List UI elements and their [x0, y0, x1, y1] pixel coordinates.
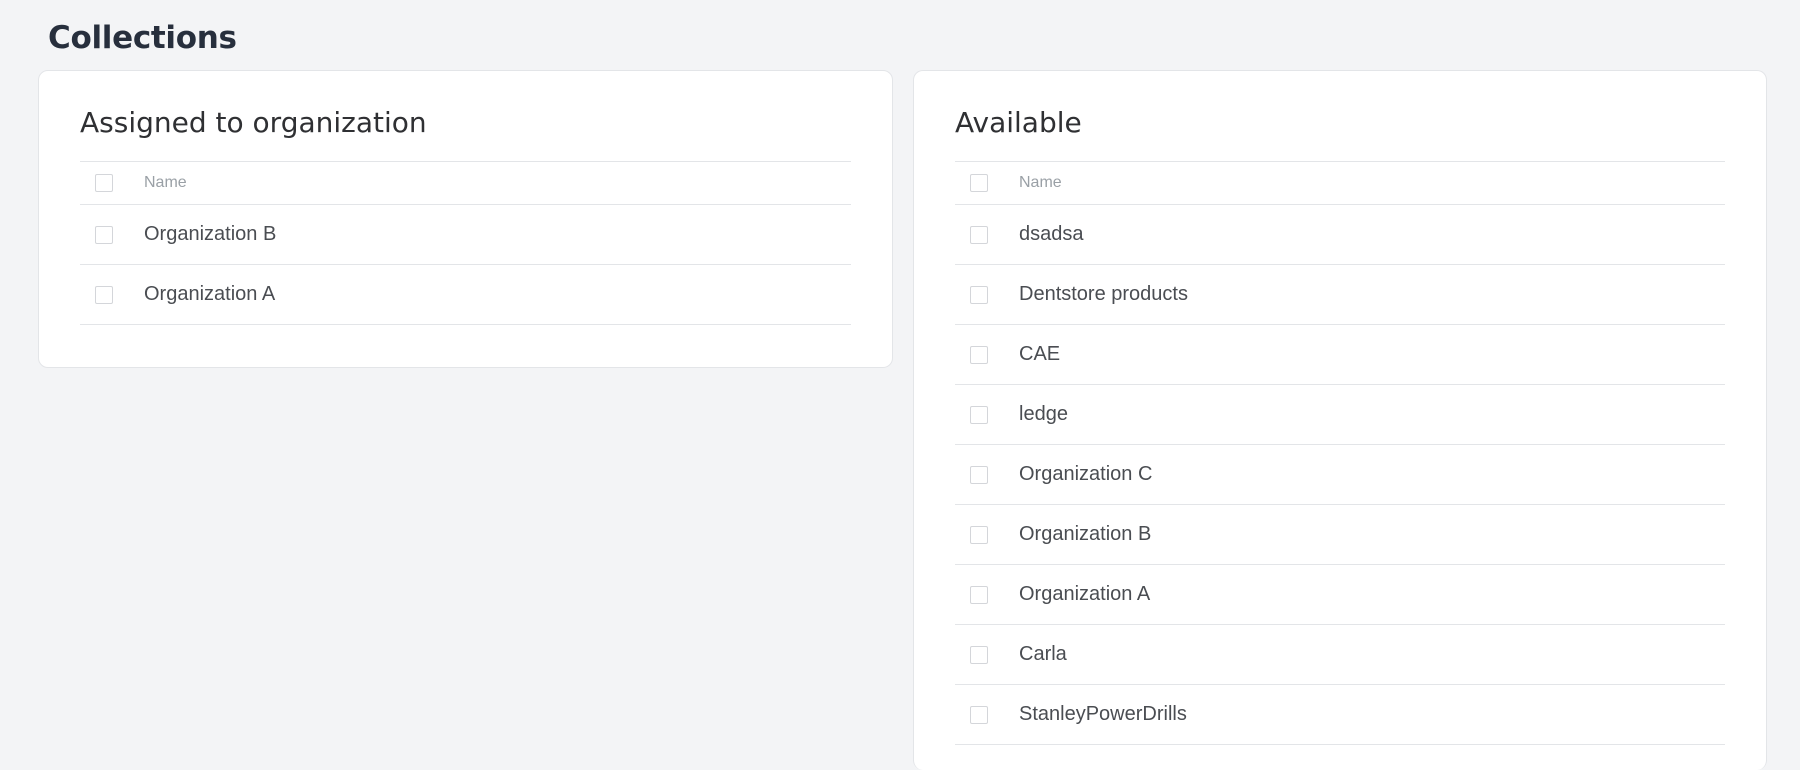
assigned-name-column-header[interactable]: Name	[144, 174, 187, 192]
table-row[interactable]: Organization B	[955, 505, 1725, 565]
row-name: StanleyPowerDrills	[1019, 703, 1187, 725]
row-checkbox[interactable]	[970, 285, 988, 304]
assigned-select-all-checkbox[interactable]	[95, 174, 113, 192]
row-name: Organization B	[1019, 523, 1152, 545]
table-row[interactable]: StanleyPowerDrills	[955, 685, 1725, 745]
row-checkbox[interactable]	[95, 225, 113, 244]
row-name: Organization A	[1019, 583, 1151, 605]
available-select-all-checkbox[interactable]	[970, 174, 988, 192]
table-row[interactable]: Carla	[955, 625, 1725, 685]
table-row[interactable]: dsadsa	[955, 205, 1725, 265]
row-checkbox[interactable]	[970, 345, 988, 364]
page-title: Collections	[48, 20, 237, 56]
available-table: Name dsadsa Dentstore products CAE ledge…	[955, 161, 1725, 745]
assigned-card-title: Assigned to organization	[80, 106, 427, 139]
available-name-column-header[interactable]: Name	[1019, 174, 1062, 192]
assigned-table: Name Organization B Organization A	[80, 161, 851, 325]
table-row[interactable]: ledge	[955, 385, 1725, 445]
row-checkbox[interactable]	[970, 525, 988, 544]
row-name: Organization B	[144, 223, 277, 245]
table-row[interactable]: Organization B	[80, 205, 851, 265]
available-card-title: Available	[955, 106, 1082, 139]
table-row[interactable]: Organization A	[955, 565, 1725, 625]
row-name: ledge	[1019, 403, 1068, 425]
row-name: Organization A	[144, 283, 276, 305]
row-checkbox[interactable]	[970, 645, 988, 664]
table-row[interactable]: Organization A	[80, 265, 851, 325]
row-name: Dentstore products	[1019, 283, 1188, 305]
row-checkbox[interactable]	[970, 225, 988, 244]
table-row[interactable]: CAE	[955, 325, 1725, 385]
available-collections-card: Available Name dsadsa Dentstore products…	[913, 70, 1767, 770]
table-row[interactable]: Organization C	[955, 445, 1725, 505]
row-checkbox[interactable]	[970, 705, 988, 724]
available-table-header: Name	[955, 161, 1725, 205]
row-checkbox[interactable]	[970, 465, 988, 484]
row-checkbox[interactable]	[970, 405, 988, 424]
row-name: CAE	[1019, 343, 1061, 365]
row-name: Organization C	[1019, 463, 1153, 485]
row-name: dsadsa	[1019, 223, 1084, 245]
row-name: Carla	[1019, 643, 1067, 665]
row-checkbox[interactable]	[95, 285, 113, 304]
assigned-table-header: Name	[80, 161, 851, 205]
row-checkbox[interactable]	[970, 585, 988, 604]
table-row[interactable]: Dentstore products	[955, 265, 1725, 325]
assigned-collections-card: Assigned to organization Name Organizati…	[38, 70, 893, 368]
